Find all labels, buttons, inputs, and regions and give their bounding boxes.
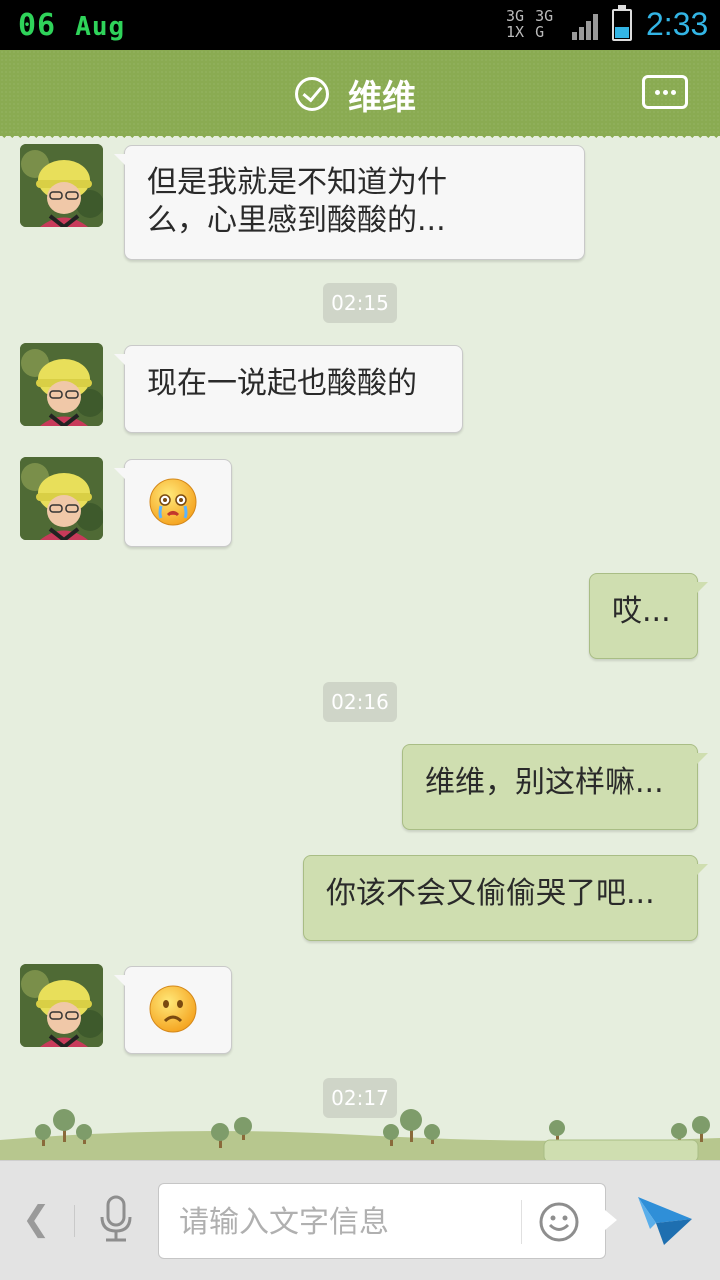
message-bubble-incoming[interactable]: 现在一说起也酸酸的 [114,345,463,433]
message-input[interactable] [179,1202,509,1242]
message-text: 你该不会又偷偷哭了吧... [326,876,655,911]
battery-icon [612,5,632,41]
message-bubble-incoming[interactable]: 但是我就是不知道为什 么，心里感到酸酸的... [114,145,585,260]
scenery-decoration [0,1109,720,1162]
smiley-icon[interactable] [537,1200,581,1248]
divider [74,1205,75,1237]
message-text-line: 但是我就是不知道为什 [147,165,447,200]
message-bubble-incoming[interactable] [114,966,232,1054]
status-date: 06 Aug [18,8,125,43]
chat-more-icon[interactable] [642,75,688,109]
sad-face-emoji [149,985,197,1033]
message-input-field[interactable] [158,1183,617,1259]
message-text: 现在一说起也酸酸的 [147,366,417,401]
status-bar: 06 Aug 3G 3G 1X G 2:33 [0,0,720,50]
microphone-icon[interactable] [96,1195,136,1247]
chat-header: 维维 [0,50,720,142]
contact-name: 维维 [348,78,416,118]
contact-avatar[interactable] [20,964,103,1047]
contact-avatar[interactable] [20,144,103,227]
divider [521,1200,522,1244]
crying-face-emoji [149,478,197,526]
message-text: 维维，别这样嘛... [425,765,664,800]
check-circle-icon [295,77,329,111]
input-bar: ❮ [0,1160,720,1280]
message-bubble-outgoing[interactable]: 维维，别这样嘛... [402,744,708,830]
status-time: 2:33 [646,6,709,42]
message-text: 哎... [612,594,671,629]
contact-avatar[interactable] [20,343,103,426]
paper-plane-send-icon[interactable] [636,1193,694,1251]
message-timestamp: 02:15 [323,283,397,323]
contact-avatar[interactable] [20,457,103,540]
status-date-month: Aug [75,12,126,42]
message-bubble-outgoing[interactable]: 你该不会又偷偷哭了吧... [303,855,708,941]
signal-icon [572,14,600,40]
network-indicators: 3G 3G 1X G [506,7,554,41]
chevron-left-icon[interactable]: ❮ [22,1199,51,1239]
message-bubble-outgoing[interactable]: 哎... [589,573,708,659]
message-text-line: 么，心里感到酸酸的... [147,203,446,238]
status-date-day: 06 [18,8,57,43]
message-bubble-incoming[interactable] [114,459,232,547]
message-timestamp: 02:16 [323,682,397,722]
